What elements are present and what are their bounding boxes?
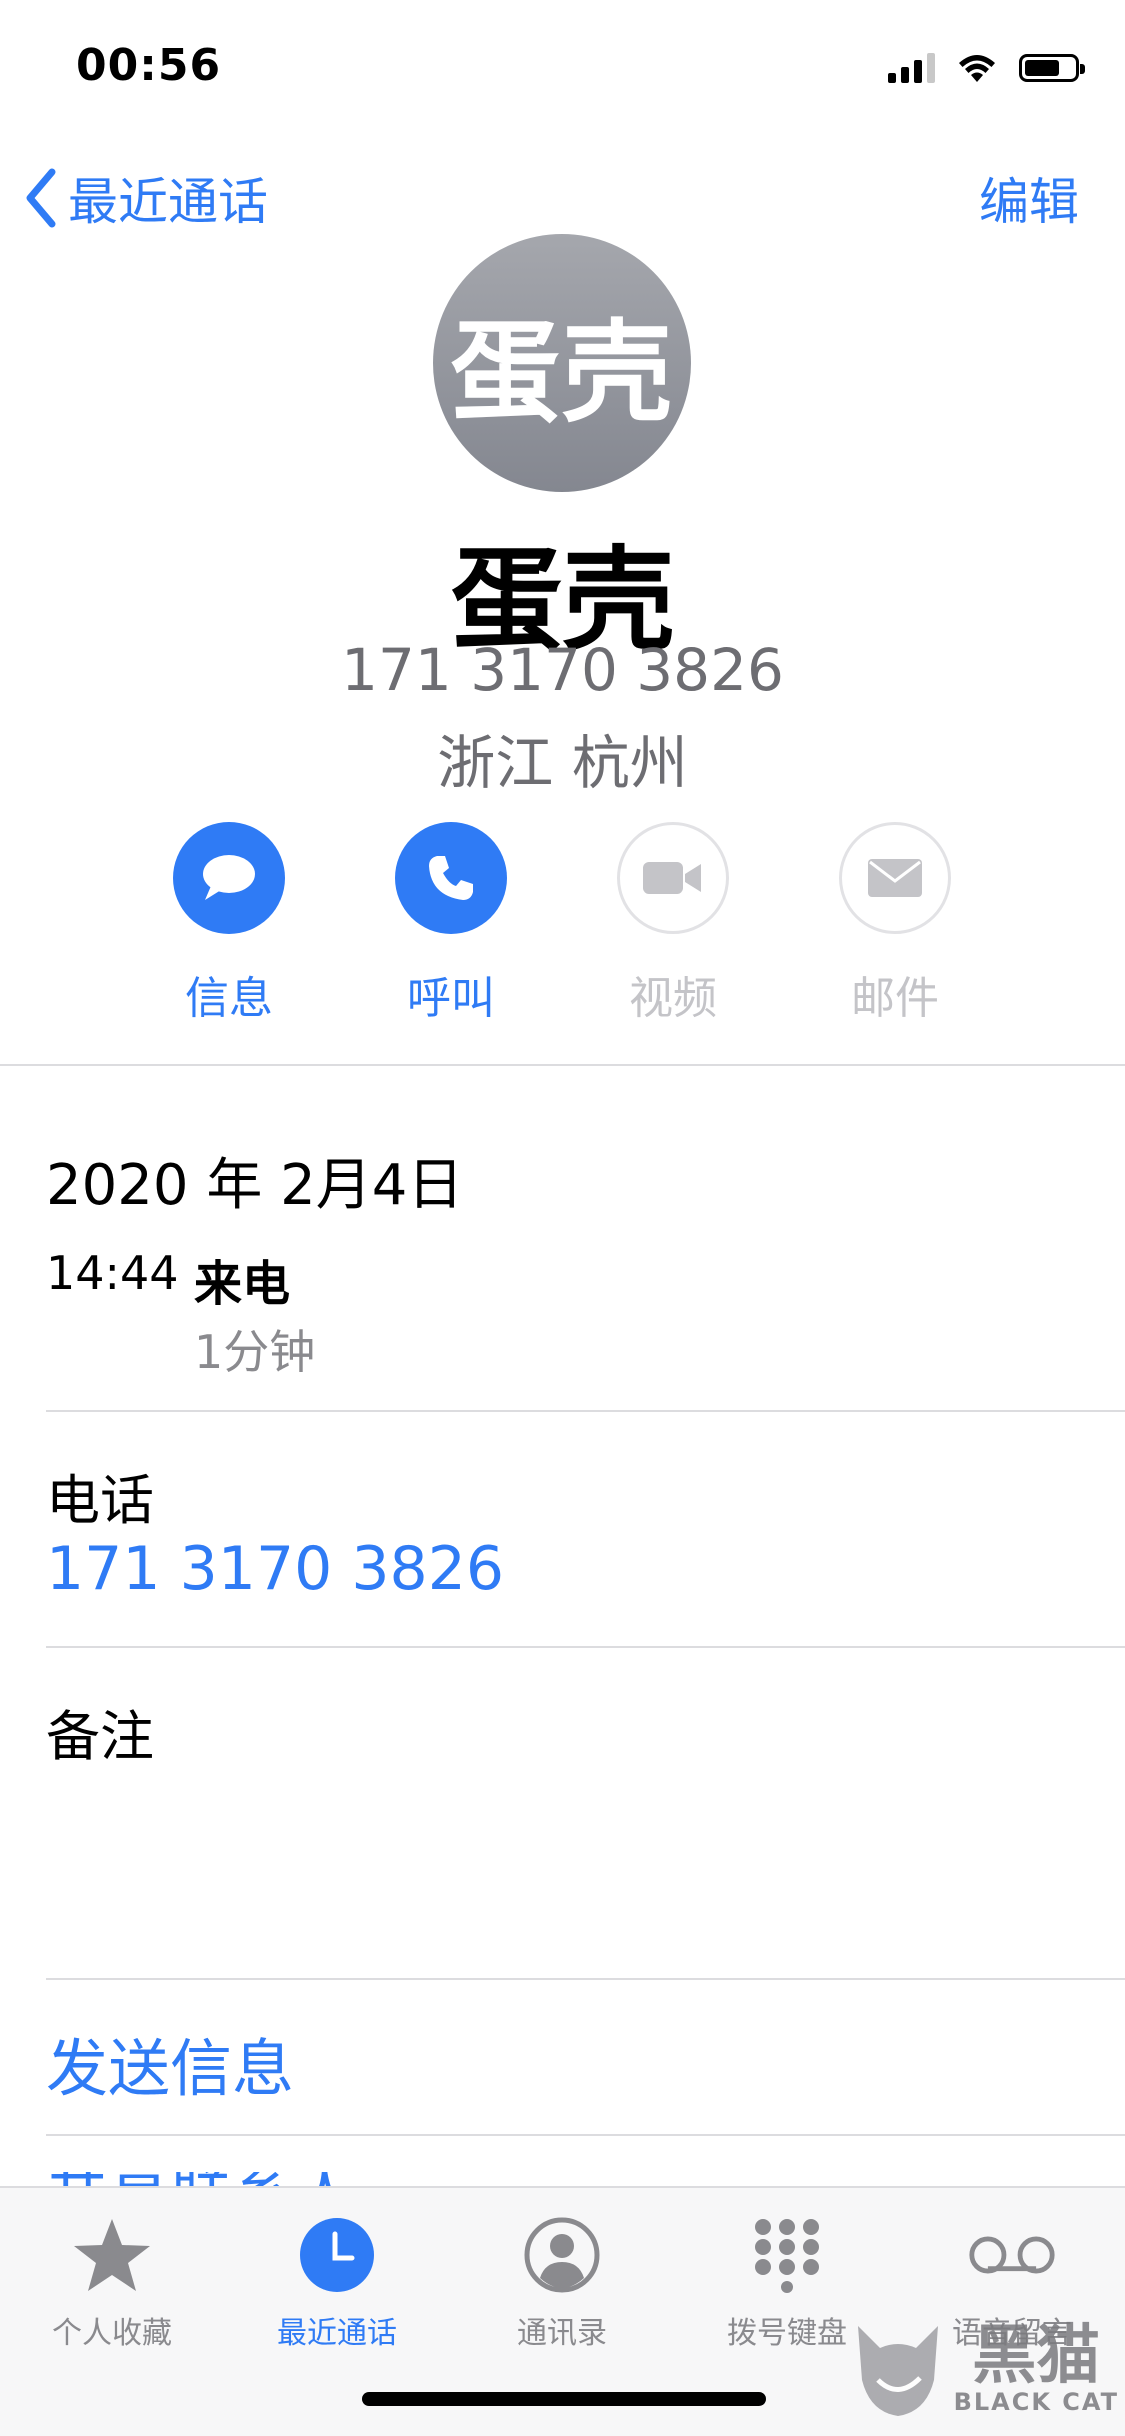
message-icon xyxy=(173,822,285,934)
row-divider xyxy=(46,1646,1125,1648)
status-icons xyxy=(888,48,1085,88)
back-button-label: 最近通话 xyxy=(68,173,268,231)
row-divider xyxy=(46,1410,1125,1412)
edit-button[interactable]: 编辑 xyxy=(979,162,1079,234)
video-icon xyxy=(617,822,729,934)
call-history-date: 2020 年 2月4日 xyxy=(46,1153,464,1218)
call-action-label: 呼叫 xyxy=(407,973,495,1024)
phone-icon xyxy=(395,822,507,934)
tab-recents-label: 最近通话 xyxy=(277,2316,397,2351)
voicemail-icon xyxy=(967,2210,1057,2300)
battery-icon xyxy=(1019,54,1085,82)
cellular-signal-icon xyxy=(888,53,935,83)
send-message-button[interactable]: 发送信息 xyxy=(46,2018,294,2108)
back-button[interactable]: 最近通话 xyxy=(24,162,268,234)
tab-favorites-label: 个人收藏 xyxy=(52,2316,172,2351)
cat-icon xyxy=(857,2326,938,2416)
watermark-cn: 黑猫 xyxy=(972,2319,1101,2393)
mail-action-label: 邮件 xyxy=(851,973,939,1024)
tab-contacts[interactable]: 通讯录 xyxy=(462,2210,662,2352)
wifi-icon xyxy=(959,55,995,82)
person-circle-icon xyxy=(517,2210,607,2300)
header-divider xyxy=(0,1064,1125,1066)
phone-section-label: 电话 xyxy=(46,1469,154,1532)
call-action-button[interactable]: 呼叫 xyxy=(376,822,526,1026)
status-time: 00:56 xyxy=(76,40,222,91)
home-indicator[interactable] xyxy=(362,2392,766,2406)
tab-favorites[interactable]: 个人收藏 xyxy=(12,2210,212,2352)
call-history-duration: 1分钟 xyxy=(194,1325,316,1379)
tab-recents[interactable]: 最近通话 xyxy=(237,2210,437,2352)
message-action-label: 信息 xyxy=(185,973,273,1024)
mail-icon xyxy=(839,822,951,934)
phone-number-link[interactable]: 171 3170 3826 xyxy=(46,1534,504,1604)
video-action-label: 视频 xyxy=(629,973,717,1024)
call-history-time: 14:44 xyxy=(46,1246,179,1300)
contact-number: 171 3170 3826 xyxy=(341,636,784,704)
keypad-icon xyxy=(742,2210,832,2300)
avatar: 蛋壳 xyxy=(433,234,691,492)
notes-section-label[interactable]: 备注 xyxy=(46,1692,154,1771)
watermark-logo: 黑猫 BLACK CAT xyxy=(850,2320,1119,2420)
chevron-left-icon xyxy=(26,168,56,228)
call-history-type: 来电 xyxy=(194,1256,291,1312)
row-divider xyxy=(46,2134,1125,2136)
watermark-en: BLACK CAT xyxy=(953,2388,1119,2416)
mail-action-button: 邮件 xyxy=(820,822,970,1026)
row-divider xyxy=(46,1978,1125,1980)
clock-icon xyxy=(292,2210,382,2300)
message-action-button[interactable]: 信息 xyxy=(154,822,304,1026)
tab-contacts-label: 通讯录 xyxy=(517,2316,607,2351)
video-action-button: 视频 xyxy=(598,822,748,1026)
star-icon xyxy=(67,2210,157,2300)
contact-location: 浙江 杭州 xyxy=(437,729,688,797)
